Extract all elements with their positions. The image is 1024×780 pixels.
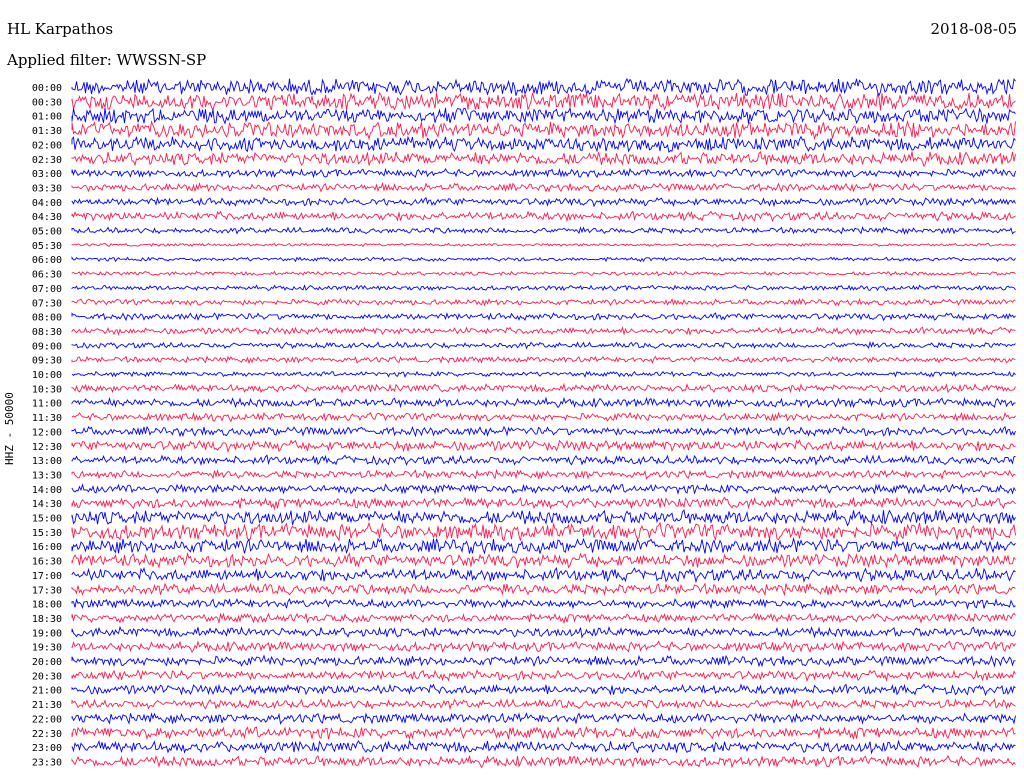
trace-1800	[71, 597, 1016, 610]
time-label: 08:30	[32, 327, 62, 338]
time-label: 03:00	[32, 169, 62, 180]
time-label: 11:00	[32, 399, 62, 410]
time-label: 12:30	[32, 442, 62, 453]
trace-2330	[71, 754, 1016, 769]
trace-1130	[71, 411, 1016, 423]
trace-1100	[71, 396, 1016, 409]
time-label: 09:30	[32, 356, 62, 367]
time-label: 13:00	[32, 456, 62, 467]
time-label: 03:30	[32, 183, 62, 194]
time-label: 05:00	[32, 227, 62, 238]
trace-0400	[71, 196, 1016, 208]
trace-1730	[71, 582, 1016, 597]
time-label: 15:00	[32, 514, 62, 525]
time-label: 09:00	[32, 341, 62, 352]
time-label: 13:30	[32, 470, 62, 481]
trace-1500	[71, 509, 1016, 527]
trace-1700	[71, 566, 1016, 584]
time-label: 05:30	[32, 241, 62, 252]
trace-1230	[71, 439, 1016, 454]
trace-1530	[71, 521, 1016, 542]
time-label: 12:00	[32, 427, 62, 438]
time-label: 04:30	[32, 212, 62, 223]
trace-1900	[71, 625, 1016, 639]
trace-1330	[71, 468, 1016, 481]
time-label: 15:30	[32, 528, 62, 539]
time-label: 06:00	[32, 255, 62, 266]
trace-0430	[71, 210, 1016, 223]
trace-1300	[71, 454, 1016, 467]
time-label: 19:30	[32, 643, 62, 654]
time-label: 11:30	[32, 413, 62, 424]
trace-1630	[71, 552, 1016, 570]
time-label: 04:00	[32, 198, 62, 209]
trace-0100	[71, 106, 1016, 125]
trace-0000	[71, 77, 1016, 97]
time-label: 21:30	[32, 700, 62, 711]
trace-0700	[71, 284, 1016, 292]
time-label: 00:00	[32, 83, 62, 94]
seismogram-plot: 00:00 00:30 01:00 01:30 02:00 02:30 03:00 03:30…	[32, 77, 1016, 769]
trace-0630	[71, 270, 1016, 277]
time-label: 10:00	[32, 370, 62, 381]
trace-2000	[71, 654, 1016, 668]
time-label: 08:00	[32, 313, 62, 324]
time-label: 23:30	[32, 757, 62, 768]
trace-0800	[71, 312, 1016, 322]
trace-group	[71, 77, 1016, 769]
trace-2230	[71, 725, 1016, 741]
time-label: 00:30	[32, 97, 62, 108]
time-label: 16:00	[32, 542, 62, 553]
trace-0130	[71, 119, 1016, 141]
trace-0930	[71, 355, 1016, 365]
trace-2030	[71, 669, 1016, 683]
time-label-group: 00:00 00:30 01:00 01:30 02:00 02:30 03:00 03:30…	[32, 83, 62, 768]
trace-1430	[71, 495, 1016, 511]
trace-0900	[71, 341, 1016, 350]
time-label: 10:30	[32, 384, 62, 395]
trace-1400	[71, 483, 1016, 495]
time-label: 20:00	[32, 657, 62, 668]
trace-0030	[71, 91, 1016, 112]
trace-0600	[71, 256, 1016, 263]
trace-0230	[71, 150, 1016, 168]
trace-1200	[71, 425, 1016, 438]
trace-1030	[71, 382, 1016, 394]
time-label: 18:30	[32, 614, 62, 625]
time-label: 18:00	[32, 600, 62, 611]
trace-0330	[71, 181, 1016, 193]
time-label: 21:00	[32, 686, 62, 697]
trace-0530	[71, 242, 1016, 248]
trace-2100	[71, 683, 1016, 697]
trace-0730	[71, 297, 1016, 307]
time-label: 14:00	[32, 485, 62, 496]
time-label: 01:30	[32, 126, 62, 137]
time-label: 22:30	[32, 729, 62, 740]
trace-1600	[71, 536, 1016, 555]
trace-0830	[71, 326, 1016, 336]
trace-0300	[71, 167, 1016, 179]
time-label: 07:30	[32, 298, 62, 309]
time-label: 01:00	[32, 112, 62, 123]
trace-1930	[71, 640, 1016, 653]
time-label: 02:30	[32, 155, 62, 166]
time-label: 22:00	[32, 714, 62, 725]
time-label: 07:00	[32, 284, 62, 295]
time-label: 17:00	[32, 571, 62, 582]
time-label: 20:30	[32, 671, 62, 682]
trace-2200	[71, 712, 1016, 725]
trace-1000	[71, 370, 1016, 378]
trace-0200	[71, 135, 1016, 153]
time-label: 23:00	[32, 743, 62, 754]
trace-1830	[71, 612, 1016, 625]
trace-2300	[71, 739, 1016, 755]
trace-0500	[71, 226, 1016, 235]
time-label: 16:30	[32, 557, 62, 568]
time-label: 02:00	[32, 140, 62, 151]
time-label: 14:30	[32, 499, 62, 510]
time-label: 17:30	[32, 585, 62, 596]
time-label: 19:00	[32, 628, 62, 639]
time-label: 06:30	[32, 270, 62, 281]
trace-2130	[71, 698, 1016, 711]
